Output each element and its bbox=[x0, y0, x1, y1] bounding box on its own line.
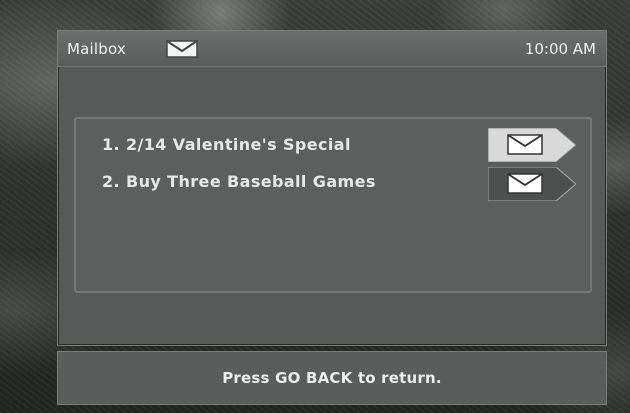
message-list: 1. 2/14 Valentine's Special 2. Buy Three… bbox=[74, 117, 592, 293]
mailbox-window: Mailbox 10:00 AM 1. 2/14 Valentine's Spe… bbox=[57, 30, 607, 346]
go-back-hint: Press GO BACK to return. bbox=[222, 369, 442, 387]
envelope-tag-icon bbox=[487, 166, 577, 205]
message-label: 1. 2/14 Valentine's Special bbox=[102, 135, 351, 154]
envelope-icon bbox=[166, 40, 198, 62]
envelope-tag-icon bbox=[487, 127, 577, 166]
list-item[interactable]: 1. 2/14 Valentine's Special bbox=[102, 135, 351, 154]
list-item[interactable]: 2. Buy Three Baseball Games bbox=[102, 172, 376, 191]
message-label: 2. Buy Three Baseball Games bbox=[102, 172, 376, 191]
title-bar: Mailbox 10:00 AM bbox=[58, 31, 606, 67]
footer-bar: Press GO BACK to return. bbox=[57, 351, 607, 405]
window-title: Mailbox bbox=[67, 40, 126, 58]
clock: 10:00 AM bbox=[524, 40, 596, 58]
